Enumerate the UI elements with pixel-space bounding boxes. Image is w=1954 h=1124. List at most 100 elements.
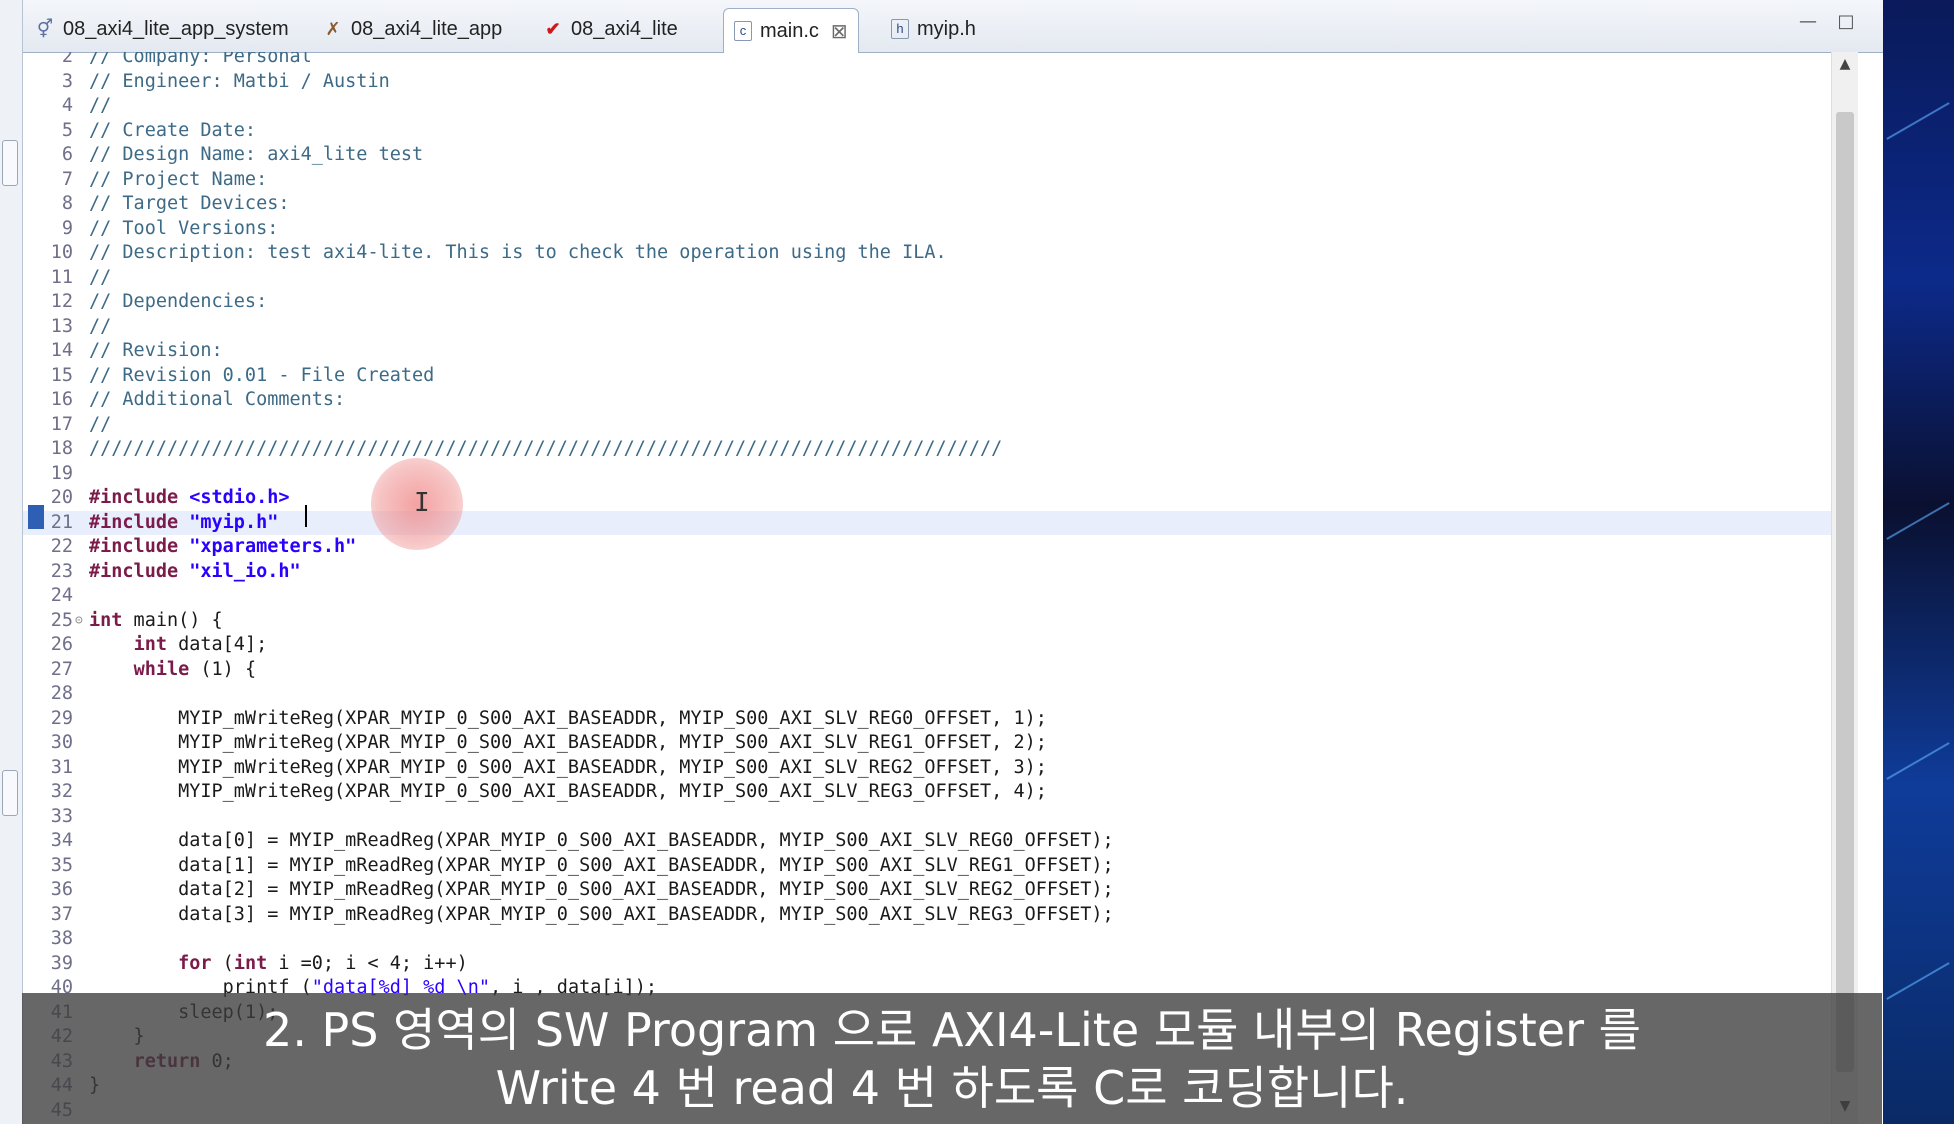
code-line[interactable]: 39 for (int i =0; i < 4; i++) [23,952,1831,976]
text-cursor-icon: I [414,488,430,518]
line-number: 13 [50,315,73,337]
subtitle-line-1: 2. PS 영역의 SW Program 으로 AXI4-Lite 모듈 내부의… [263,1002,1641,1057]
code-line[interactable]: 3 // Engineer: Matbi / Austin [23,70,1831,94]
line-number: 36 [50,879,73,900]
tab-08-axi4-lite-app[interactable]: ✗ 08_axi4_lite_app [323,10,502,48]
code-text: for (int i =0; i < 4; i++) [178,952,468,974]
tab-08-axi4-lite[interactable]: ✔ 08_axi4_lite [543,10,678,48]
code-line[interactable]: 29 MYIP_mWriteReg(XPAR_MYIP_0_S00_AXI_BA… [23,707,1831,731]
code-line[interactable]: 18 //////////////////////////////////////… [23,437,1831,461]
window-controls: — □ [1799,13,1855,31]
code-line[interactable]: 35 data[1] = MYIP_mReadReg(XPAR_MYIP_0_S… [23,854,1831,878]
maximize-icon[interactable]: □ [1837,13,1855,31]
code-text: #include "xil_io.h" [89,560,301,582]
line-number: 9 [61,217,73,239]
code-text: // Project Name: [89,168,268,190]
editor-tab-bar: ⚥ 08_axi4_lite_app_system ✗ 08_axi4_lite… [23,0,1883,53]
code-line[interactable]: 15 // Revision 0.01 - File Created [23,364,1831,388]
code-line[interactable]: 30 MYIP_mWriteReg(XPAR_MYIP_0_S00_AXI_BA… [23,731,1831,755]
code-line[interactable]: 31 MYIP_mWriteReg(XPAR_MYIP_0_S00_AXI_BA… [23,756,1831,780]
application-project-icon: ✗ [325,19,341,39]
vertical-scrollbar[interactable]: ▲ ▼ [1831,52,1858,1124]
line-number: 22 [50,536,73,557]
code-line[interactable]: 11 // [23,266,1831,290]
code-line[interactable]: 13 // [23,315,1831,339]
code-text: // Revision 0.01 - File Created [89,364,435,386]
tab-myip-h[interactable]: h myip.h [891,10,976,48]
code-line[interactable]: 7 // Project Name: [23,168,1831,192]
code-text: data[3] = MYIP_mReadReg(XPAR_MYIP_0_S00_… [89,903,1114,925]
code-line[interactable]: 10 // Description: test axi4-lite. This i… [23,241,1831,265]
code-line[interactable]: 33 [23,805,1831,829]
scroll-up-icon[interactable]: ▲ [1832,56,1858,72]
code-text: data[0] = MYIP_mReadReg(XPAR_MYIP_0_S00_… [89,830,1114,851]
code-text: // Additional Comments: [89,389,346,410]
current-line-marker [28,505,44,529]
code-line[interactable]: 2 // Company: Personal [23,52,1831,69]
line-number: 15 [50,364,73,386]
minimize-icon[interactable]: — [1799,13,1817,31]
code-line[interactable]: 21 #include "myip.h" [23,510,1831,535]
line-number: 24 [50,585,73,606]
code-line[interactable]: 27 while (1) { [23,658,1831,682]
code-line[interactable]: 17 // [23,413,1831,437]
code-line[interactable]: 12 // Dependencies: [23,290,1831,314]
line-number: 16 [50,389,73,410]
line-number: 37 [50,903,73,925]
line-number: 25 [50,609,73,631]
code-line[interactable]: 6 // Design Name: axi4_lite test [23,143,1831,167]
panel-handle[interactable] [2,770,18,816]
line-number: 12 [50,291,73,312]
left-side-panel [0,0,23,1124]
close-icon[interactable]: ⊠ [831,19,848,44]
line-number: 11 [50,266,73,288]
code-line[interactable]: 36 data[2] = MYIP_mReadReg(XPAR_MYIP_0_S… [23,878,1831,902]
line-number: 18 [50,438,73,459]
line-number: 30 [50,732,73,753]
tab-main-c[interactable]: c main.c ⊠ [723,8,859,53]
code-line[interactable]: 16 // Additional Comments: [23,388,1831,412]
code-area[interactable]: 2 // Company: Personal 3 // Engineer: Matbi… [23,52,1831,1124]
code-line[interactable]: 37 data[3] = MYIP_mReadReg(XPAR_MYIP_0_S… [23,903,1831,927]
code-line[interactable]: 34 data[0] = MYIP_mReadReg(XPAR_MYIP_0_S… [23,829,1831,853]
line-number: 4 [61,95,73,116]
tab-label: main.c [760,19,819,42]
code-line[interactable]: 20 #include <stdio.h> [23,486,1831,510]
scrollbar-thumb[interactable] [1836,112,1854,1072]
code-line[interactable]: 14 // Revision: [23,339,1831,363]
code-line[interactable]: 9 // Tool Versions: [23,217,1831,241]
code-text: // [89,95,112,116]
fold-toggle-icon[interactable]: ⊝ [75,609,83,633]
tab-label: 08_axi4_lite [571,17,678,40]
code-text: int main() { [89,609,223,631]
code-line[interactable]: 22 #include "xparameters.h" [23,535,1831,559]
line-number: 31 [50,756,73,778]
line-number: 27 [50,658,73,680]
code-text: // Company: Personal [89,52,312,67]
code-line[interactable]: 19 [23,462,1831,486]
code-text: // [89,315,112,337]
line-number: 19 [50,462,73,484]
code-editor: ⚥ 08_axi4_lite_app_system ✗ 08_axi4_lite… [22,0,1883,1124]
video-subtitle: 2. PS 영역의 SW Program 으로 AXI4-Lite 모듈 내부의… [22,993,1882,1124]
code-line[interactable]: 26 int data[4]; [23,633,1831,657]
code-line[interactable]: 23 #include "xil_io.h" [23,560,1831,584]
code-line[interactable]: 32 MYIP_mWriteReg(XPAR_MYIP_0_S00_AXI_BA… [23,780,1831,804]
code-line[interactable]: 8 // Target Devices: [23,192,1831,216]
c-file-icon: c [734,21,752,41]
code-line[interactable]: 38 [23,927,1831,951]
code-line[interactable]: 24 [23,584,1831,608]
line-number: 2 [61,52,73,67]
code-text: MYIP_mWriteReg(XPAR_MYIP_0_S00_AXI_BASEA… [89,707,1047,729]
code-line[interactable]: 28 [23,682,1831,706]
tab-08-axi4-lite-app-system[interactable]: ⚥ 08_axi4_lite_app_system [35,10,289,48]
code-line[interactable]: 4 // [23,94,1831,118]
subtitle-line-2: Write 4 번 read 4 번 하도록 C로 코딩합니다. [495,1060,1409,1115]
panel-handle[interactable] [2,140,18,186]
tab-label: 08_axi4_lite_app_system [63,17,289,40]
tab-label: myip.h [917,17,976,40]
line-number: 10 [50,242,73,263]
code-text: // Design Name: axi4_lite test [89,144,424,165]
code-line[interactable]: 5 // Create Date: [23,119,1831,143]
code-line[interactable]: 25 ⊝ int main() { [23,609,1831,633]
